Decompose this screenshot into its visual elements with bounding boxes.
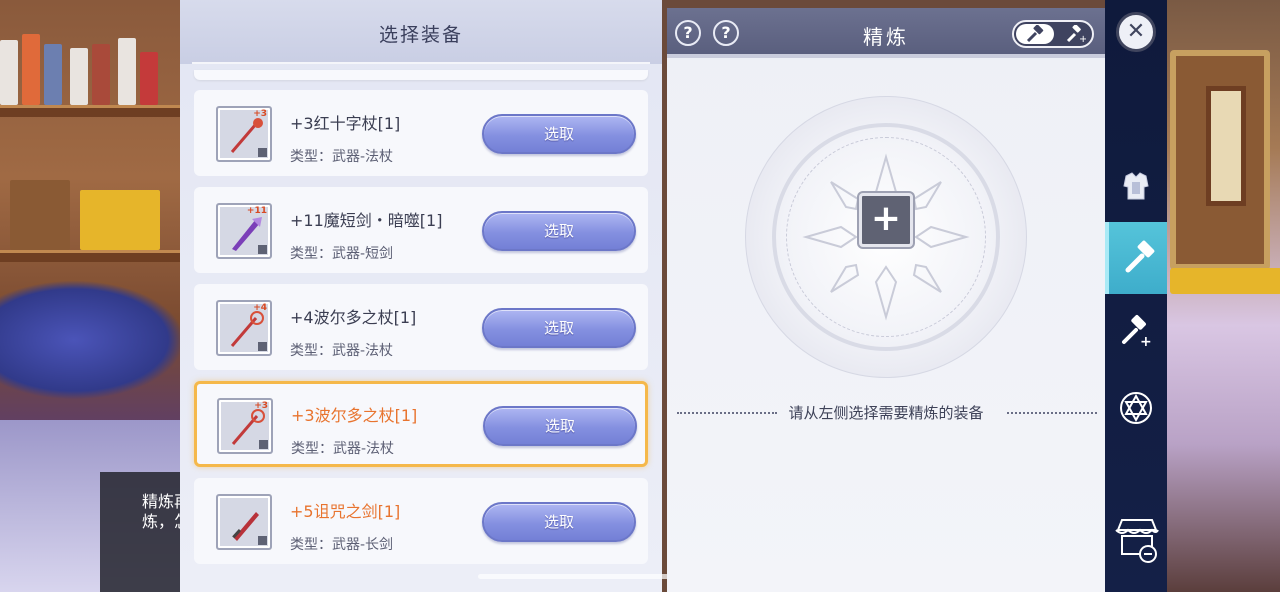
select-button[interactable]: 选取 — [482, 308, 636, 348]
svg-text:+: + — [1079, 34, 1086, 43]
item-thumbnail: +3 — [217, 398, 273, 454]
level-badge: +11 — [246, 206, 267, 216]
item-thumbnail: +3 — [216, 106, 272, 162]
corner-marker — [258, 342, 267, 351]
item-type: 类型：武器-法杖 — [290, 149, 394, 165]
hammer-plus-icon: + — [1122, 315, 1152, 350]
item-name: +4波尔多之杖[1] — [290, 308, 417, 327]
item-thumbnail: +4 — [216, 300, 272, 356]
level-badge: +3 — [253, 109, 267, 119]
item-thumbnail: +11 — [216, 203, 272, 259]
hammer-plus-mode-option[interactable]: + — [1056, 24, 1092, 44]
corner-marker — [258, 148, 267, 157]
level-badge: +3 — [254, 401, 268, 411]
header-divider — [192, 62, 650, 64]
item-name: +5诅咒之剑[1] — [290, 502, 401, 521]
hexagram-icon — [1120, 392, 1152, 424]
equipment-item[interactable]: +5诅咒之剑[1] 类型：武器-长剑 选取 — [194, 478, 648, 564]
svg-text:+: + — [1140, 334, 1152, 350]
item-type: 类型：武器-短剑 — [290, 246, 394, 262]
select-button[interactable]: 选取 — [483, 406, 637, 446]
cloth-decoration — [0, 280, 185, 400]
corner-marker — [258, 245, 267, 254]
refine-mode-toggle[interactable]: + — [1012, 20, 1094, 48]
nav-enchant[interactable] — [1105, 372, 1167, 444]
hammer-icon — [1026, 25, 1044, 43]
shop-icon[interactable] — [1112, 514, 1162, 574]
panel-title: 选择装备 — [378, 24, 463, 46]
nav-equipment[interactable] — [1105, 150, 1167, 222]
cabinet-decoration — [1170, 50, 1280, 294]
corner-marker — [258, 536, 267, 545]
select-button[interactable]: 选取 — [482, 502, 636, 542]
refine-header: ? ? 精炼 + — [667, 8, 1105, 58]
item-name: +11魔短剑・暗噬[1] — [290, 211, 443, 230]
item-name: +3波尔多之杖[1] — [291, 406, 418, 425]
select-button[interactable]: 选取 — [482, 114, 636, 154]
armor-icon — [1123, 172, 1149, 200]
select-button[interactable]: 选取 — [482, 211, 636, 251]
close-button[interactable]: ✕ — [1116, 12, 1156, 52]
hint-line-right — [1007, 412, 1097, 414]
panel-header: 选择装备 — [180, 0, 662, 64]
corner-marker — [259, 440, 268, 449]
refine-panel: ? ? 精炼 + + 请从左侧选择需要精炼的装备 — [667, 8, 1105, 592]
list-top-edge — [194, 70, 648, 80]
equipment-list[interactable]: +3 +3红十字杖[1] 类型：武器-法杖 选取 +11 +11魔短剑・暗噬[1… — [194, 90, 648, 575]
item-type: 类型：武器-法杖 — [291, 441, 395, 457]
level-badge: +4 — [253, 303, 267, 313]
hammer-plus-icon: + — [1066, 25, 1086, 43]
item-name: +3红十字杖[1] — [290, 114, 401, 133]
hammer-icon — [1125, 240, 1155, 273]
add-equipment-slot[interactable]: + — [859, 193, 913, 247]
hint-row: 请从左侧选择需要精炼的装备 — [667, 402, 1105, 424]
item-type: 类型：武器-长剑 — [290, 537, 394, 553]
nav-advanced-refine[interactable]: + — [1105, 296, 1167, 368]
item-type: 类型：武器-法杖 — [290, 343, 394, 359]
refine-slot-area: + — [667, 66, 1105, 402]
equipment-item[interactable]: +4 +4波尔多之杖[1] 类型：武器-法杖 选取 — [194, 284, 648, 370]
item-thumbnail — [216, 494, 272, 550]
equipment-item[interactable]: +11 +11魔短剑・暗噬[1] 类型：武器-短剑 选取 — [194, 187, 648, 273]
equipment-select-panel: 选择装备 +3 +3红十字杖[1] 类型：武器-法杖 选取 +11 +11魔短剑… — [180, 0, 662, 592]
hammer-mode-option[interactable] — [1016, 24, 1054, 44]
nav-refine[interactable] — [1105, 222, 1167, 294]
equipment-item-selected[interactable]: +3 +3波尔多之杖[1] 类型：武器-法杖 选取 — [194, 381, 648, 467]
equipment-item[interactable]: +3 +3红十字杖[1] 类型：武器-法杖 选取 — [194, 90, 648, 176]
shop-icon-graphic — [1115, 519, 1159, 563]
